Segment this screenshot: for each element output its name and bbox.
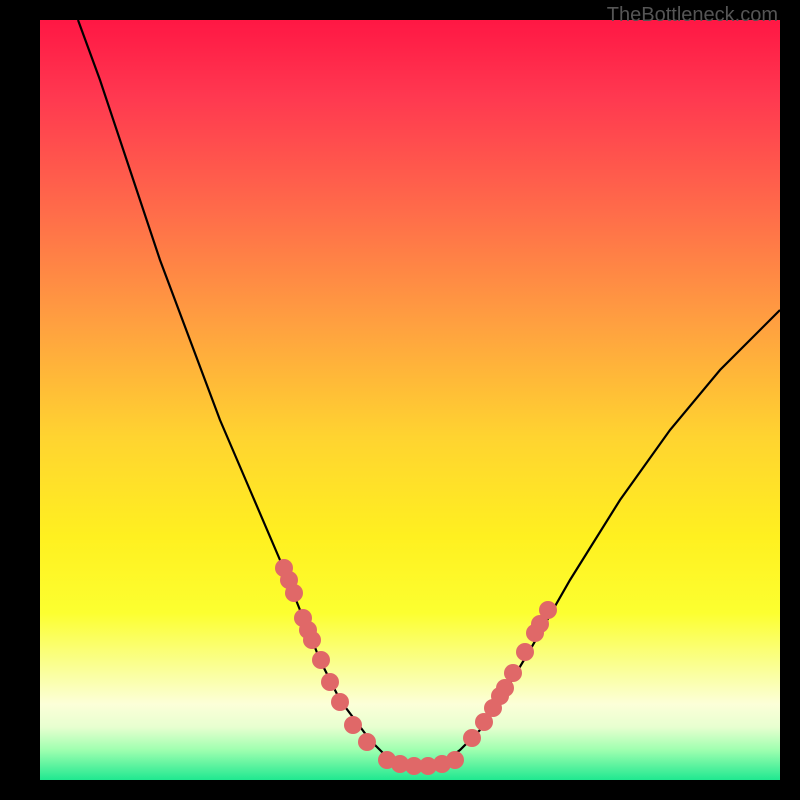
data-marker bbox=[331, 693, 349, 711]
data-marker bbox=[344, 716, 362, 734]
data-marker bbox=[358, 733, 376, 751]
chart-plot-area bbox=[40, 20, 780, 780]
watermark: TheBottleneck.com bbox=[607, 4, 778, 27]
data-marker bbox=[285, 584, 303, 602]
data-marker bbox=[463, 729, 481, 747]
data-marker bbox=[303, 631, 321, 649]
data-marker bbox=[312, 651, 330, 669]
curve-right bbox=[440, 310, 780, 765]
data-markers bbox=[275, 559, 557, 775]
data-marker bbox=[539, 601, 557, 619]
data-marker bbox=[516, 643, 534, 661]
data-marker bbox=[321, 673, 339, 691]
data-marker bbox=[504, 664, 522, 682]
curve-left bbox=[78, 20, 400, 765]
chart-curves bbox=[40, 20, 780, 780]
data-marker bbox=[446, 751, 464, 769]
